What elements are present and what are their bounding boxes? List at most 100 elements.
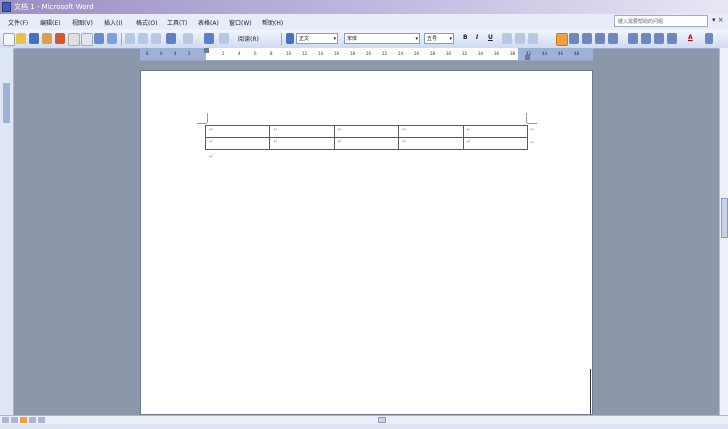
spelling-icon[interactable] [94, 33, 104, 44]
paste-icon[interactable] [151, 33, 161, 44]
research-icon[interactable] [107, 33, 117, 44]
chevron-down-icon: ▾ [415, 36, 418, 42]
cut-icon[interactable] [125, 33, 135, 44]
permission-icon[interactable] [42, 33, 52, 44]
window-title: 文档 1 - Microsoft Word [14, 3, 94, 11]
reading-view-icon[interactable] [38, 417, 45, 423]
new-document-icon[interactable] [3, 33, 15, 46]
toolbar-options-icon[interactable] [705, 33, 713, 44]
font-color-button[interactable]: A [688, 34, 693, 41]
table-row: ↵ ↵ ↵ ↵ ↵ [204, 137, 529, 150]
status-bar [0, 424, 728, 429]
end-of-cell-mark: ↵ [466, 127, 471, 133]
menu-table[interactable]: 表格(A) [198, 18, 219, 27]
web-layout-view-icon[interactable] [11, 417, 18, 423]
align-justify-icon[interactable] [556, 33, 568, 46]
help-question-input[interactable]: 键入需要帮助的问题 [614, 15, 708, 27]
ruler-number: 20 [366, 51, 372, 56]
underline-button[interactable]: U [488, 34, 493, 41]
character-shading-icon[interactable] [515, 33, 525, 44]
character-border-icon[interactable] [502, 33, 512, 44]
table-cell[interactable]: ↵ [398, 137, 464, 150]
ruler-number: 16 [334, 51, 340, 56]
decrease-indent-icon[interactable] [654, 33, 664, 44]
copy-icon[interactable] [138, 33, 148, 44]
save-icon[interactable] [29, 33, 39, 44]
end-of-cell-mark: ↵ [402, 139, 407, 145]
distributed-align-icon[interactable] [595, 33, 605, 44]
horizontal-scroll-thumb[interactable] [378, 417, 386, 423]
vertical-scroll-thumb[interactable] [721, 198, 728, 238]
ruler-number: 12 [302, 51, 308, 56]
font-dropdown-value: 宋体 [347, 36, 358, 42]
table-cell[interactable]: ↵ [462, 125, 529, 138]
align-center-icon[interactable] [569, 33, 579, 44]
right-indent-marker[interactable] [525, 55, 530, 60]
outline-view-icon[interactable] [29, 417, 36, 423]
font-size-value: 五号 [427, 36, 438, 42]
vertical-scrollbar[interactable] [719, 48, 728, 415]
table-cell[interactable]: ↵ [204, 125, 271, 138]
menu-tools[interactable]: 工具(T) [167, 18, 187, 27]
print-icon[interactable] [68, 33, 80, 46]
end-of-cell-mark: ↵ [273, 127, 278, 133]
align-right-icon[interactable] [582, 33, 592, 44]
end-of-cell-mark: ↵ [209, 127, 214, 133]
menu-format[interactable]: 格式(O) [136, 18, 157, 27]
style-dropdown[interactable]: 正文 ▾ [296, 33, 338, 44]
menu-edit[interactable]: 编辑(E) [40, 18, 60, 27]
redo-icon[interactable] [183, 33, 193, 44]
table-cell[interactable]: ↵ [269, 137, 335, 150]
ruler-number: 36 [494, 51, 500, 56]
menu-window[interactable]: 窗口(W) [229, 18, 252, 27]
undo-icon[interactable] [166, 33, 176, 44]
menu-help[interactable]: 帮助(H) [262, 18, 283, 27]
end-of-cell-mark: ↵ [209, 139, 214, 145]
line-spacing-icon[interactable] [608, 33, 618, 44]
tables-borders-icon[interactable] [219, 33, 229, 44]
toolbar: 阅读(R) 正文 ▾ 宋体 ▾ 五号 ▾ B I U A [0, 30, 728, 49]
ruler-number: 24 [398, 51, 404, 56]
first-line-indent-marker[interactable] [204, 48, 209, 53]
ruler-number: 14 [318, 51, 324, 56]
email-icon[interactable] [55, 33, 65, 44]
table-cell[interactable]: ↵ [269, 125, 335, 138]
italic-button[interactable]: I [476, 34, 478, 41]
menu-view[interactable]: 视图(V) [72, 18, 93, 27]
document-table[interactable]: ↵ ↵ ↵ ↵ ↵ ↵ ↵ ↵ ↵ ↵ [204, 125, 529, 150]
vertical-ruler[interactable] [0, 48, 14, 415]
document-page[interactable]: ↵ ↵ ↵ ↵ ↵ ↵ ↵ ↵ ↵ ↵ ↵ ↵ ↵ [140, 70, 593, 415]
print-layout-view-icon[interactable] [20, 417, 27, 423]
styles-formatting-icon[interactable] [286, 33, 294, 44]
menu-close-icon[interactable]: ▾ × [712, 16, 724, 24]
reading-layout-button[interactable]: 阅读(R) [238, 34, 259, 43]
font-size-dropdown[interactable]: 五号 ▾ [424, 33, 454, 44]
word-app-icon[interactable] [2, 2, 11, 12]
ruler-number: 34 [478, 51, 484, 56]
ruler-number: 18 [350, 51, 356, 56]
table-cell[interactable]: ↵ [333, 137, 400, 150]
menu-insert[interactable]: 插入(I) [104, 18, 122, 27]
character-scale-icon[interactable] [528, 33, 538, 44]
horizontal-ruler[interactable]: 8 6 4 2 2 4 6 8 10 12 14 16 18 20 22 24 … [140, 48, 593, 61]
insert-hyperlink-icon[interactable] [204, 33, 214, 44]
ruler-number: 4 [174, 51, 177, 56]
normal-view-icon[interactable] [2, 417, 9, 423]
increase-indent-icon[interactable] [667, 33, 677, 44]
ruler-number: 48 [574, 51, 580, 56]
menu-file[interactable]: 文件(F) [8, 18, 28, 27]
open-folder-icon[interactable] [16, 33, 26, 44]
table-cell[interactable]: ↵ [398, 125, 464, 138]
title-bar: 文档 1 - Microsoft Word [0, 0, 728, 14]
font-dropdown[interactable]: 宋体 ▾ [344, 33, 420, 44]
bold-button[interactable]: B [463, 34, 468, 41]
table-cell[interactable]: ↵ [462, 137, 529, 150]
bullets-icon[interactable] [641, 33, 651, 44]
table-cell[interactable]: ↵ [333, 125, 400, 138]
table-cell[interactable]: ↵ [204, 137, 271, 150]
print-preview-icon[interactable] [81, 33, 93, 46]
numbering-icon[interactable] [628, 33, 638, 44]
end-of-row-mark: ↵ [530, 140, 535, 146]
table-row: ↵ ↵ ↵ ↵ ↵ [204, 125, 529, 138]
crop-mark [197, 123, 207, 124]
